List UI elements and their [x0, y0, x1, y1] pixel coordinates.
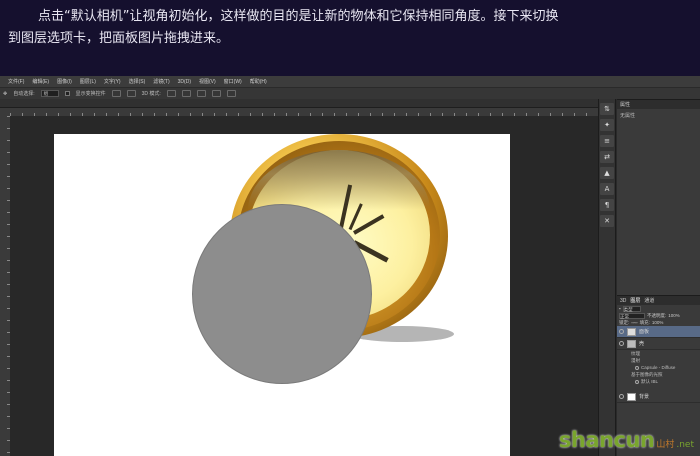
- layer-row-panel[interactable]: 面板: [617, 326, 700, 338]
- watermark-domain: .net: [676, 440, 694, 450]
- caption-line-2: 到图层选项卡，把面板图片拖拽进来。: [8, 31, 230, 46]
- fill-value[interactable]: 100%: [652, 320, 664, 325]
- menu-3d[interactable]: 3D(D): [174, 79, 195, 85]
- lock-label: 锁定:: [619, 319, 630, 325]
- lock-icons[interactable]: ▫▫▫▫: [631, 320, 637, 325]
- show-transform-label: 显示变换控件: [75, 91, 106, 97]
- document-tab[interactable]: [0, 99, 600, 108]
- align-icon[interactable]: [111, 90, 121, 97]
- move-tool-icon[interactable]: ✥: [3, 91, 7, 97]
- photoshop-window: 文件(F) 编辑(E) 图像(I) 图层(L) 文字(Y) 选择(S) 滤镜(T…: [0, 76, 700, 456]
- menu-view[interactable]: 视图(V): [195, 78, 220, 85]
- visibility-eye-icon[interactable]: [619, 394, 624, 399]
- fill-label: 填充:: [639, 319, 650, 325]
- layer-comps-icon[interactable]: ▲: [600, 167, 614, 179]
- layers-panel-header: 3D 图层 通道: [617, 296, 700, 305]
- auto-select-target[interactable]: 组: [40, 90, 59, 97]
- layer-row-background[interactable]: 背景: [617, 391, 700, 403]
- visibility-eye-icon[interactable]: [635, 365, 639, 370]
- actions-icon[interactable]: ✦: [600, 119, 614, 131]
- distribute-icon[interactable]: [126, 90, 136, 97]
- layer-thumbnail: [627, 339, 636, 348]
- layer-row-shell[interactable]: 壳: [617, 338, 700, 350]
- watermark-cn: 山村: [656, 440, 675, 450]
- sublayer-ibl[interactable]: 基于图像的光照: [617, 371, 700, 378]
- tab-layers[interactable]: 图层: [630, 297, 640, 304]
- adjustments-icon[interactable]: ≡: [600, 135, 614, 147]
- swap-icon[interactable]: ⇄: [600, 151, 614, 163]
- menu-help[interactable]: 帮助(H): [246, 78, 271, 85]
- mode-3d-label: 3D 模式:: [141, 91, 161, 97]
- document-canvas[interactable]: [54, 134, 510, 456]
- drag-3d-icon[interactable]: [196, 90, 206, 97]
- kind-select[interactable]: 类型: [622, 305, 641, 312]
- lock-row: 锁定: ▫▫▫▫ 填充: 100%: [617, 319, 700, 326]
- paragraph-icon[interactable]: ¶: [600, 199, 614, 211]
- visibility-eye-icon[interactable]: [635, 379, 639, 384]
- sublayer-textures[interactable]: 纹理: [617, 350, 700, 357]
- menu-type[interactable]: 文字(Y): [100, 78, 125, 85]
- menu-bar: 文件(F) 编辑(E) 图像(I) 图层(L) 文字(Y) 选择(S) 滤镜(T…: [0, 76, 700, 87]
- tab-channels[interactable]: 通道: [644, 297, 654, 304]
- properties-panel-header: 属性: [617, 100, 700, 109]
- auto-select-label: 自动选择:: [13, 91, 35, 97]
- layer-thumbnail: [627, 392, 636, 401]
- sublayer-default-ibl[interactable]: 默认 IBL: [617, 378, 700, 385]
- character-icon[interactable]: A: [600, 183, 614, 195]
- menu-file[interactable]: 文件(F): [4, 78, 28, 85]
- menu-layer[interactable]: 图层(L): [76, 78, 100, 85]
- properties-empty-text: 无属性: [620, 113, 636, 119]
- opacity-label: 不透明度:: [647, 312, 667, 318]
- menu-image[interactable]: 图像(I): [53, 78, 76, 85]
- menu-filter[interactable]: 滤镜(T): [149, 78, 173, 85]
- menu-window[interactable]: 窗口(W): [220, 78, 246, 85]
- ruler-vertical: [0, 116, 10, 456]
- caption-line-1: 点击“默认相机”让视角初始化，这样做的目的是让新的物体和它保持相同角度。接下来切…: [38, 9, 559, 24]
- filter-icon: ▪: [619, 306, 621, 311]
- sublayer-capsule-diffuse[interactable]: Capsule - Diffuse: [617, 364, 700, 371]
- layer-name: 背景: [639, 394, 650, 400]
- layer-thumbnail: [627, 327, 636, 336]
- layer-filter-row: ▪ 类型: [617, 305, 700, 312]
- options-bar: ✥ 自动选择: 组 显示变换控件 3D 模式:: [0, 87, 700, 99]
- slide-3d-icon[interactable]: [211, 90, 221, 97]
- tutorial-caption: 点击“默认相机”让视角初始化，这样做的目的是让新的物体和它保持相同角度。接下来切…: [0, 0, 700, 76]
- scale-3d-icon[interactable]: [226, 90, 236, 97]
- tab-3d[interactable]: 3D: [620, 298, 626, 304]
- properties-panel: 属性 无属性: [617, 99, 700, 295]
- tab-properties[interactable]: 属性: [620, 101, 630, 108]
- visibility-eye-icon[interactable]: [619, 341, 624, 346]
- roll-3d-icon[interactable]: [181, 90, 191, 97]
- history-icon[interactable]: ⇅: [600, 103, 614, 115]
- rotate-3d-icon[interactable]: [166, 90, 176, 97]
- watermark-brand: shancun: [558, 428, 655, 452]
- blend-row: 正常 不透明度: 100%: [617, 312, 700, 319]
- panel-icon-column: ⇅ ✦ ≡ ⇄ ▲ A ¶ ✕: [598, 99, 616, 456]
- ruler-horizontal: [10, 108, 598, 116]
- menu-select[interactable]: 选择(S): [125, 78, 150, 85]
- visibility-eye-icon[interactable]: [619, 329, 624, 334]
- workspace: [10, 116, 598, 456]
- show-transform-checkbox[interactable]: [64, 91, 70, 96]
- ruler-corner: [0, 108, 10, 116]
- tools-preset-icon[interactable]: ✕: [600, 215, 614, 227]
- sublayer-diffuse[interactable]: 漫射: [617, 357, 700, 364]
- opacity-value[interactable]: 100%: [668, 313, 680, 318]
- menu-edit[interactable]: 编辑(E): [28, 78, 53, 85]
- site-watermark: shancun 山村 .net: [559, 428, 694, 452]
- blend-mode-select[interactable]: 正常: [619, 312, 645, 319]
- layer-name: 壳: [639, 341, 645, 347]
- gray-sphere[interactable]: [192, 204, 372, 384]
- layer-name: 面板: [639, 329, 650, 335]
